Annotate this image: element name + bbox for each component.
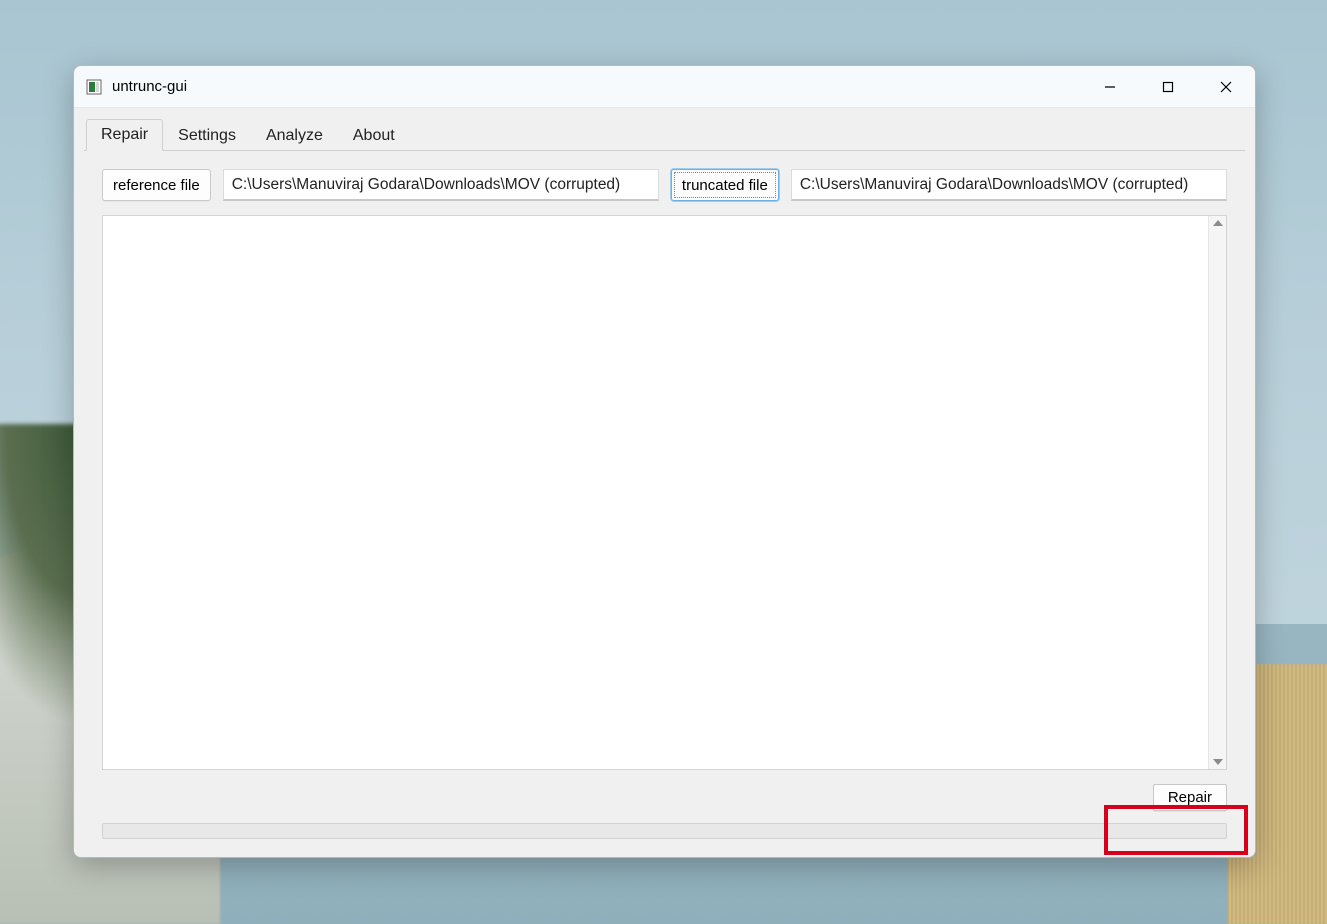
scroll-down-icon[interactable] — [1213, 759, 1223, 765]
tab-analyze[interactable]: Analyze — [251, 120, 338, 151]
tab-bar: Repair Settings Analyze About — [84, 118, 1245, 150]
truncated-file-button[interactable]: truncated file — [671, 169, 779, 201]
tab-repair[interactable]: Repair — [86, 119, 163, 151]
repair-button[interactable]: Repair — [1153, 784, 1227, 811]
scroll-up-icon[interactable] — [1213, 220, 1223, 226]
output-scrollbar[interactable] — [1208, 216, 1226, 769]
truncated-file-path[interactable]: C:\Users\Manuviraj Godara\Downloads\MOV … — [791, 169, 1227, 201]
minimize-button[interactable] — [1081, 66, 1139, 107]
close-button[interactable] — [1197, 66, 1255, 107]
output-panel — [102, 215, 1227, 770]
app-icon — [86, 79, 102, 95]
progress-bar — [102, 823, 1227, 839]
reference-file-button[interactable]: reference file — [102, 169, 211, 201]
maximize-button[interactable] — [1139, 66, 1197, 107]
tab-settings[interactable]: Settings — [163, 120, 251, 151]
action-row: Repair — [84, 770, 1245, 811]
file-select-row: reference file C:\Users\Manuviraj Godara… — [84, 151, 1245, 201]
app-window: untrunc-gui Repair Settings Analyze Abou… — [73, 65, 1256, 858]
client-area: Repair Settings Analyze About reference … — [74, 108, 1255, 857]
window-title: untrunc-gui — [112, 78, 187, 95]
titlebar[interactable]: untrunc-gui — [74, 66, 1255, 108]
window-controls — [1081, 66, 1255, 107]
reference-file-path[interactable]: C:\Users\Manuviraj Godara\Downloads\MOV … — [223, 169, 659, 201]
output-textarea[interactable] — [102, 215, 1227, 770]
tab-about[interactable]: About — [338, 120, 410, 151]
